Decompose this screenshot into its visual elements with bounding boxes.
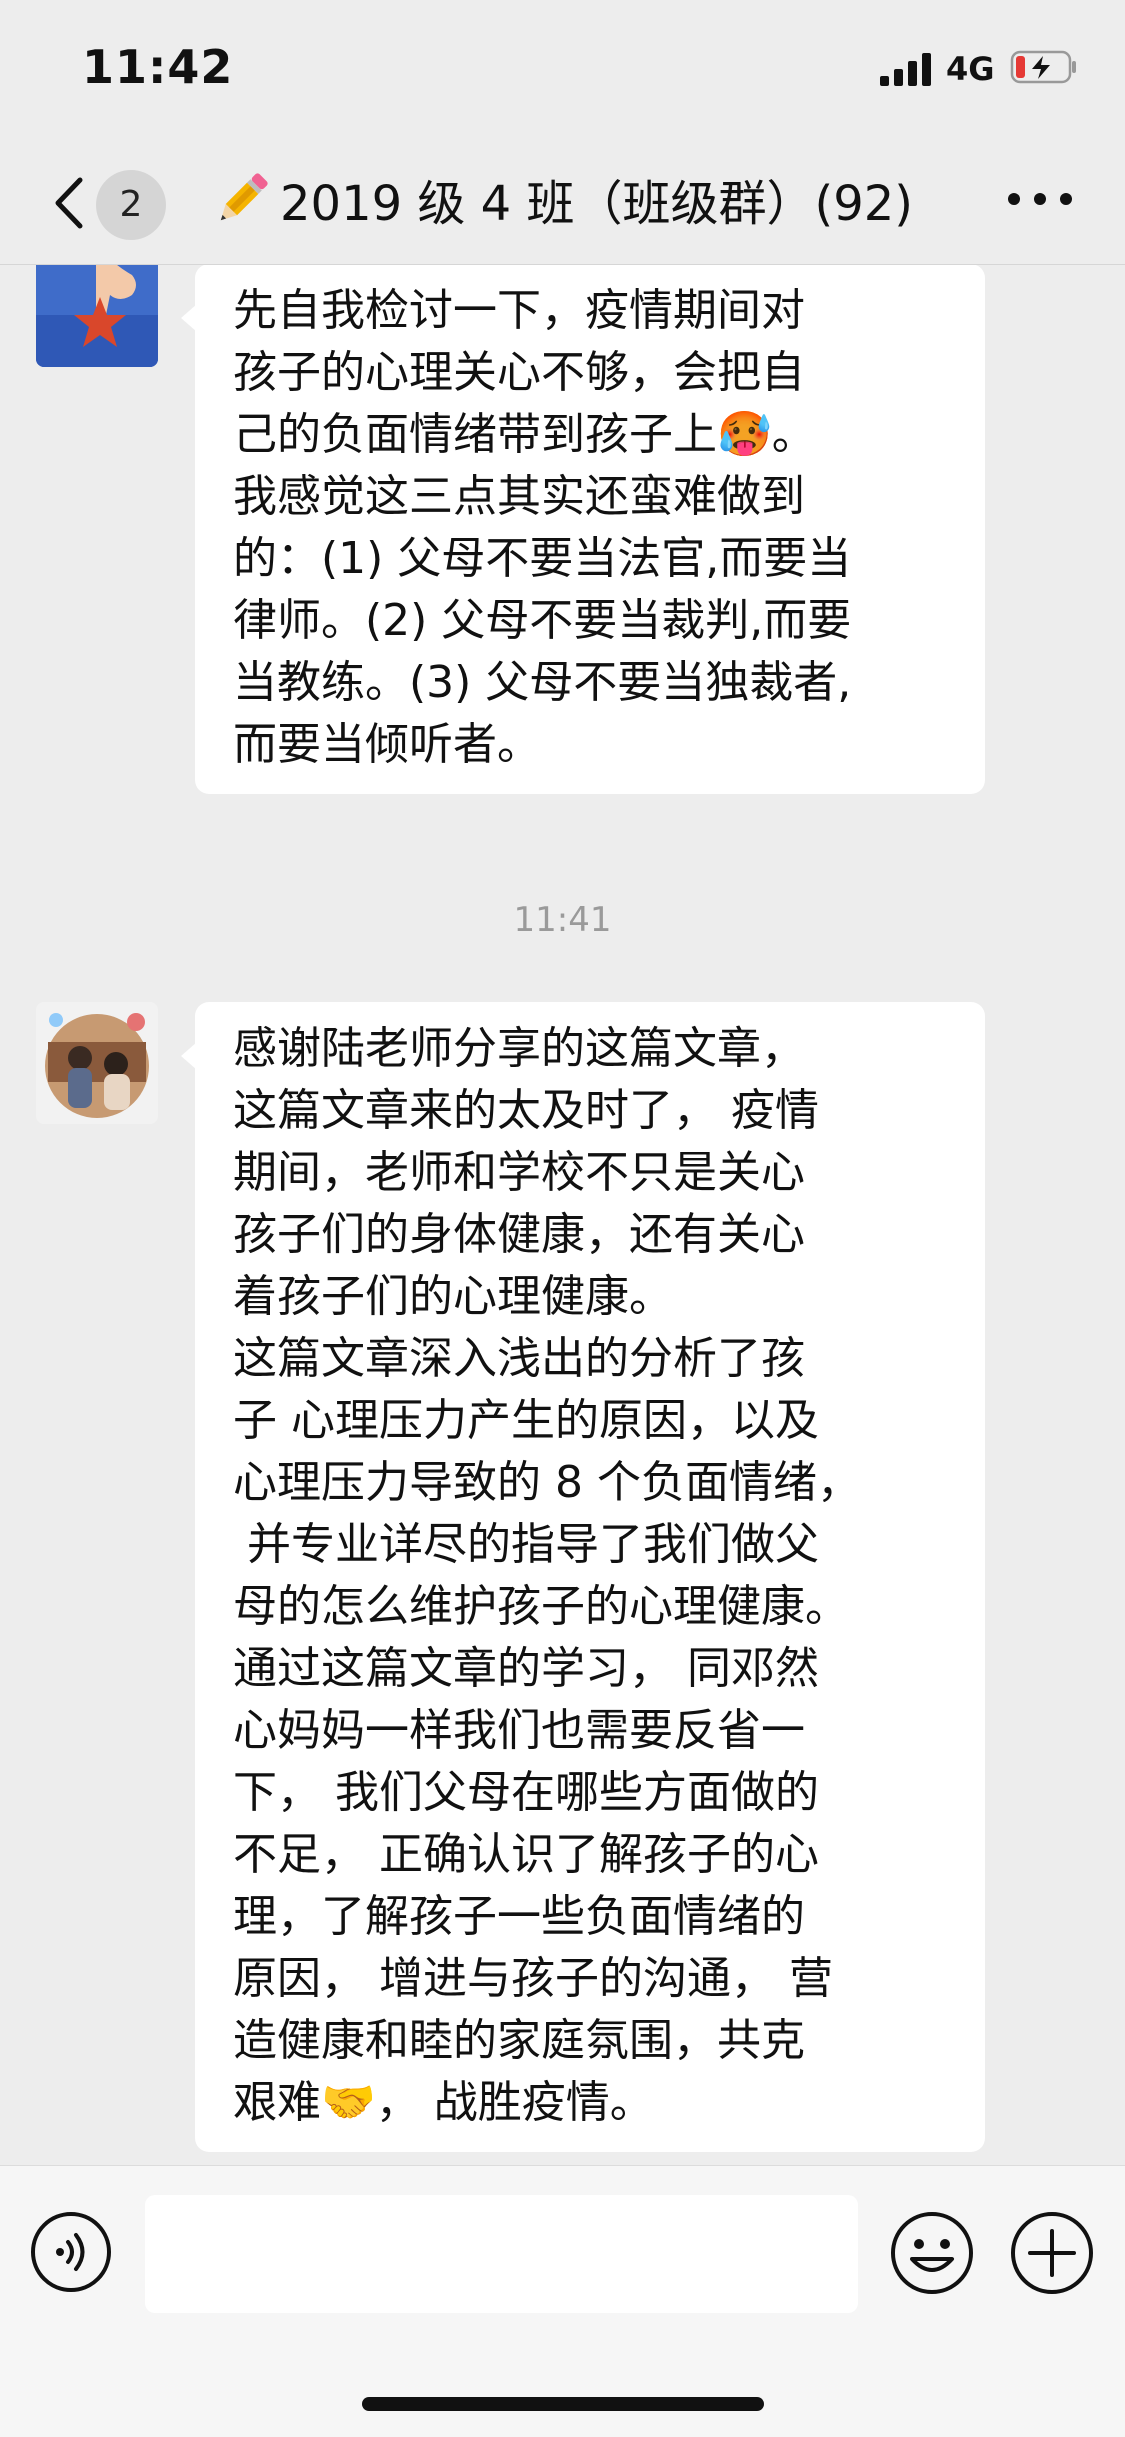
bubble-tail	[181, 304, 197, 332]
sender-avatar[interactable]	[36, 1002, 158, 1124]
signal-strength-icon	[880, 52, 934, 86]
pencil-icon	[220, 173, 268, 221]
chat-input-bar	[0, 2165, 1125, 2437]
network-type-label: 4G	[946, 50, 995, 88]
voice-icon[interactable]	[30, 2211, 112, 2293]
unread-count-badge: 2	[96, 170, 166, 240]
message-list[interactable]: 先自我检讨一下，疫情期间对 孩子的心理关心不够，会把自 己的负面情绪带到孩子上🥵…	[0, 265, 1125, 2165]
status-time: 11:42	[82, 40, 234, 94]
more-options-icon[interactable]	[1004, 184, 1076, 214]
starfish-photo-avatar	[36, 265, 158, 367]
chat-title: 2019 级 4 班（班级群）(92)	[280, 176, 914, 232]
message-bubble[interactable]: 感谢陆老师分享的这篇文章， 这篇文章来的太及时了， 疫情 期间，老师和学校不只是…	[181, 1002, 985, 2152]
message-input[interactable]	[145, 2195, 858, 2313]
family-photo-avatar	[36, 1002, 158, 1124]
emoji-icon[interactable]	[890, 2211, 974, 2295]
chevron-left-icon	[55, 177, 83, 229]
bubble-tail	[181, 1042, 197, 1070]
status-bar: 11:42 4G	[0, 0, 1125, 132]
sender-avatar[interactable]	[36, 265, 158, 367]
battery-charging-icon	[1010, 50, 1076, 84]
home-indicator[interactable]	[362, 2397, 764, 2411]
back-button[interactable]: 2	[40, 168, 180, 240]
message-text[interactable]: 感谢陆老师分享的这篇文章， 这篇文章来的太及时了， 疫情 期间，老师和学校不只是…	[233, 1018, 949, 2134]
message-timestamp: 11:41	[513, 900, 612, 940]
message-bubble[interactable]: 先自我检讨一下，疫情期间对 孩子的心理关心不够，会把自 己的负面情绪带到孩子上🥵…	[181, 265, 985, 794]
message-text[interactable]: 先自我检讨一下，疫情期间对 孩子的心理关心不够，会把自 己的负面情绪带到孩子上🥵…	[233, 280, 949, 776]
chat-title-group[interactable]: 2019 级 4 班（班级群）(92)	[210, 164, 930, 234]
chat-nav-bar: 2 2019 级 4 班（班级群）(92)	[0, 132, 1125, 265]
plus-icon[interactable]	[1010, 2211, 1094, 2295]
